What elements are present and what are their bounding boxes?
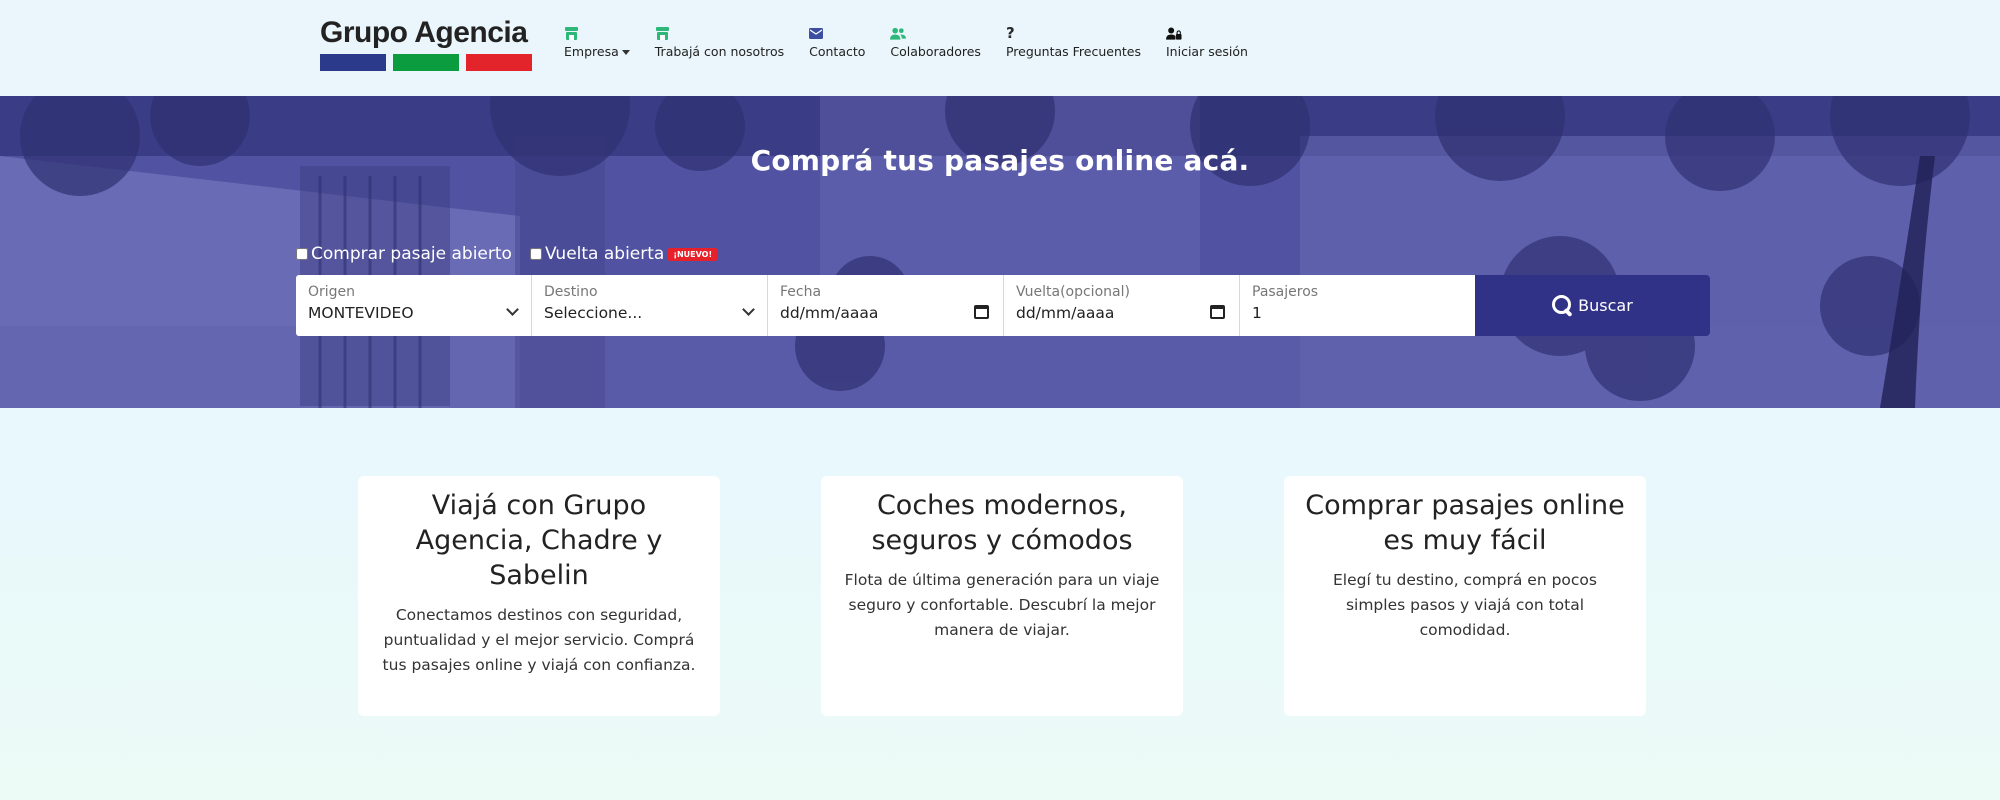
logo-bar-blue (320, 54, 386, 71)
open-ticket-checkbox[interactable] (296, 248, 308, 260)
brand-logo[interactable]: Grupo Agencia (320, 16, 532, 71)
main-nav: Empresa Trabajá con nosotros Contacto Co… (564, 24, 1248, 60)
nav-item-preguntas[interactable]: ? Preguntas Frecuentes (1005, 24, 1141, 60)
open-return-option[interactable]: Vuelta abierta ¡NUEVO! (529, 244, 718, 264)
origin-value: MONTEVIDEO (308, 304, 414, 322)
card-text: Flota de última generación para un viaje… (844, 571, 1160, 639)
card-title: Viajá con Grupo Agencia, Chadre y Sabeli… (415, 490, 663, 591)
nav-label-trabaja: Trabajá con nosotros (654, 44, 785, 59)
nav-item-iniciar-sesion[interactable]: Iniciar sesión (1166, 26, 1248, 59)
date-value: dd/mm/aaaa (780, 304, 879, 322)
open-ticket-label: Comprar pasaje abierto (311, 244, 512, 264)
logo-bar-green (393, 54, 459, 71)
calendar-icon[interactable] (974, 305, 989, 319)
card-title: Comprar pasajes online es muy fácil (1305, 490, 1625, 556)
nav-item-contacto[interactable]: Contacto (809, 26, 865, 59)
return-date-value: dd/mm/aaaa (1016, 304, 1115, 322)
open-return-checkbox[interactable] (529, 248, 542, 260)
open-return-label: Vuelta abierta (544, 244, 665, 264)
logo-bar-red (466, 54, 532, 71)
brand-name: Grupo Agencia (320, 16, 528, 49)
new-badge: ¡NUEVO! (668, 247, 718, 261)
return-date-input[interactable]: Vuelta(opcional) dd/mm/aaaa (1004, 275, 1240, 336)
question-icon: ? (1005, 24, 1015, 42)
envelope-icon (809, 26, 825, 40)
calendar-icon[interactable] (1210, 305, 1225, 319)
nav-label-empresa: Empresa (564, 44, 619, 59)
caret-down-icon (621, 50, 630, 55)
passengers-input[interactable]: Pasajeros 1 (1240, 275, 1475, 336)
nav-item-empresa[interactable]: Empresa (564, 26, 630, 59)
site-header: Grupo Agencia Empresa Trabajá con nosotr… (0, 0, 2000, 96)
logo-color-bars (320, 54, 532, 71)
nav-item-trabaja[interactable]: Trabajá con nosotros (655, 26, 784, 59)
users-icon (890, 26, 907, 40)
feature-card-online: Comprar pasajes online es muy fácil Eleg… (1284, 476, 1646, 716)
search-button-label: Buscar (1578, 296, 1633, 315)
feature-card-travel: Viajá con Grupo Agencia, Chadre y Sabeli… (358, 476, 720, 716)
ticket-options: Comprar pasaje abierto Vuelta abierta ¡N… (296, 244, 735, 264)
search-button[interactable]: Buscar (1475, 275, 1710, 336)
origin-select[interactable]: Origen MONTEVIDEO (296, 275, 532, 336)
nav-item-colaboradores[interactable]: Colaboradores (890, 26, 981, 59)
origin-label: Origen (308, 284, 356, 300)
nav-label-colaboradores: Colaboradores (890, 44, 981, 59)
destination-select[interactable]: Destino Seleccione... (532, 275, 768, 336)
hero-banner: Comprá tus pasajes online acá. Comprar p… (0, 96, 2000, 408)
passengers-label: Pasajeros (1252, 284, 1319, 300)
return-date-label: Vuelta(opcional) (1016, 284, 1130, 300)
store-icon (655, 26, 671, 40)
card-text: Conectamos destinos con seguridad, puntu… (382, 606, 696, 674)
user-lock-icon (1166, 26, 1182, 40)
hero-title: Comprá tus pasajes online acá. (750, 144, 1250, 177)
date-label: Fecha (780, 284, 822, 300)
date-input[interactable]: Fecha dd/mm/aaaa (768, 275, 1004, 336)
nav-label-preguntas: Preguntas Frecuentes (1005, 44, 1141, 59)
card-title: Coches modernos, seguros y cómodos (871, 490, 1133, 556)
open-ticket-option[interactable]: Comprar pasaje abierto (296, 244, 512, 264)
passengers-value: 1 (1252, 304, 1262, 322)
store-icon (564, 26, 580, 40)
search-form: Origen MONTEVIDEO Destino Seleccione... … (296, 275, 1710, 336)
nav-label-iniciar-sesion: Iniciar sesión (1166, 44, 1248, 59)
search-icon (1552, 294, 1572, 317)
feature-card-coaches: Coches modernos, seguros y cómodos Flota… (821, 476, 1183, 716)
destination-label: Destino (544, 284, 598, 300)
destination-value: Seleccione... (544, 304, 643, 322)
nav-label-contacto: Contacto (809, 44, 866, 59)
card-text: Elegí tu destino, comprá en pocos simple… (1333, 571, 1597, 639)
